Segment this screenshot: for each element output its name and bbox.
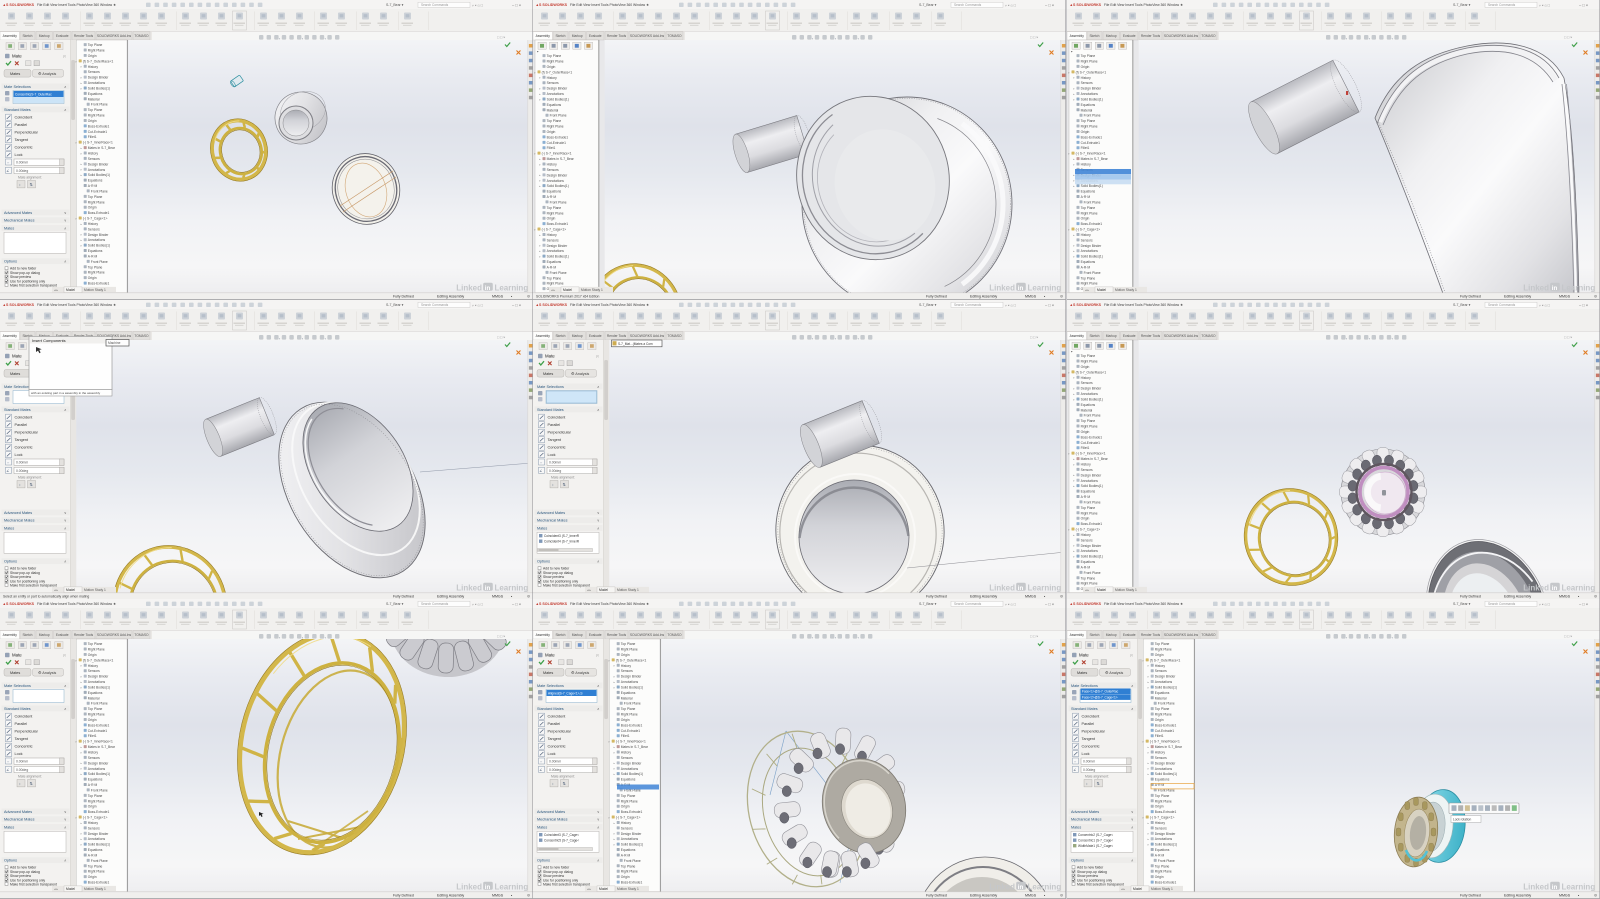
svg-text:Coincident3 (S-7_Cage<: Coincident3 (S-7_Cage< — [544, 833, 579, 837]
svg-text:Face<2>@S-7_Cage<1>: Face<2>@S-7_Cage<1> — [1082, 696, 1118, 700]
svg-text:Coincident4 (S-7_InnerR: Coincident4 (S-7_InnerR — [544, 539, 580, 543]
svg-text:Coincident3 (S-7_InnerR: Coincident3 (S-7_InnerR — [544, 534, 580, 538]
svg-text:□ □ ×: □ □ × — [497, 35, 505, 39]
svg-text:with an existing part in a ass: with an existing part in a assembly in t… — [31, 391, 101, 395]
svg-text:□ □ ×: □ □ × — [1564, 635, 1572, 639]
svg-text:S-7_Mat...(Mates a Com: S-7_Mat...(Mates a Com — [618, 342, 653, 346]
svg-text:Concentric2 (S-7_Cage<: Concentric2 (S-7_Cage< — [1078, 833, 1113, 837]
svg-text:Lock rotation: Lock rotation — [1453, 818, 1471, 822]
svg-text:Machine: Machine — [108, 341, 121, 345]
svg-text:Concentric5 (S-7_Cage<: Concentric5 (S-7_Cage< — [544, 839, 579, 843]
svg-text:WidthMate1 (S-7_Cage<: WidthMate1 (S-7_Cage< — [1078, 844, 1113, 848]
svg-text:□ □ ×: □ □ × — [1564, 35, 1572, 39]
svg-text:Select an entity or part to au: Select an entity or part to automaticall… — [3, 594, 89, 598]
svg-text:Concentric1 (S-7_Cage<: Concentric1 (S-7_Cage< — [1078, 839, 1113, 843]
svg-text:Concentric(S-7_OuterRac: Concentric(S-7_OuterRac — [15, 92, 52, 96]
svg-text:Insert Components: Insert Components — [32, 338, 66, 343]
svg-text:Face<1>@S-7_OuterRac: Face<1>@S-7_OuterRac — [1082, 690, 1119, 694]
svg-text:□ □ ×: □ □ × — [497, 335, 505, 339]
svg-text:□ □ ×: □ □ × — [1030, 635, 1038, 639]
svg-text:□ □ ×: □ □ × — [1030, 35, 1038, 39]
svg-text:Aligned(S-7_Cage<1>,S: Aligned(S-7_Cage<1>,S — [548, 692, 583, 696]
svg-text:□ □ ×: □ □ × — [1564, 335, 1572, 339]
svg-text:□ □ ×: □ □ × — [497, 635, 505, 639]
svg-text:□ □ ×: □ □ × — [1030, 335, 1038, 339]
svg-text:SOLIDWORKS Premium 2017 x64 Ed: SOLIDWORKS Premium 2017 x64 Edition — [536, 295, 600, 299]
